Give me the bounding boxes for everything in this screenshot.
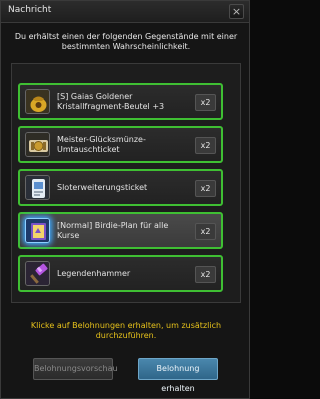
coin-ticket-icon: [25, 132, 50, 157]
hint-text: Klicke auf Belohnungen erhalten, um zusä…: [30, 321, 222, 340]
item-name: Meister-Glücksmünze-Umtauschticket: [57, 135, 146, 154]
reward-item[interactable]: [S] Gaias Goldener Kristallfragment-Beut…: [18, 83, 223, 120]
birdie-plan-icon: [25, 218, 50, 243]
item-name: Sloterweiterungsticket: [57, 183, 148, 192]
reward-item-selected[interactable]: [Normal] Birdie-Plan für alle Kurse x2: [18, 212, 223, 249]
golden-pouch-icon: [25, 89, 50, 114]
item-name: [S] Gaias Goldener Kristallfragment-Beut…: [57, 92, 165, 111]
dialog-title: Nachricht: [8, 5, 52, 15]
item-quantity: x2: [195, 137, 216, 154]
item-name: Legendenhammer: [57, 269, 131, 278]
receive-reward-button[interactable]: Belohnung erhalten: [138, 358, 218, 393]
slot-ticket-icon: [25, 175, 50, 200]
reward-item[interactable]: Sloterweiterungsticket x2: [18, 169, 223, 206]
dialog-message: Du erhältst einen der folgenden Gegenstä…: [14, 32, 238, 51]
title-bar: Nachricht ×: [1, 1, 249, 23]
reward-item[interactable]: Legendenhammer x2: [18, 255, 223, 292]
item-quantity: x2: [195, 223, 216, 240]
item-quantity: x2: [195, 266, 216, 283]
item-quantity: x2: [195, 94, 216, 111]
item-quantity: x2: [195, 180, 216, 197]
item-name: [Normal] Birdie-Plan für alle Kurse: [57, 221, 169, 240]
reward-dialog: Nachricht × Du erhältst einen der folgen…: [0, 0, 250, 399]
legend-hammer-icon: [25, 261, 50, 286]
close-button[interactable]: ×: [229, 4, 244, 19]
reward-item[interactable]: Meister-Glücksmünze-Umtauschticket x2: [18, 126, 223, 163]
reward-preview-button[interactable]: Belohnungsvorschau: [33, 358, 118, 380]
